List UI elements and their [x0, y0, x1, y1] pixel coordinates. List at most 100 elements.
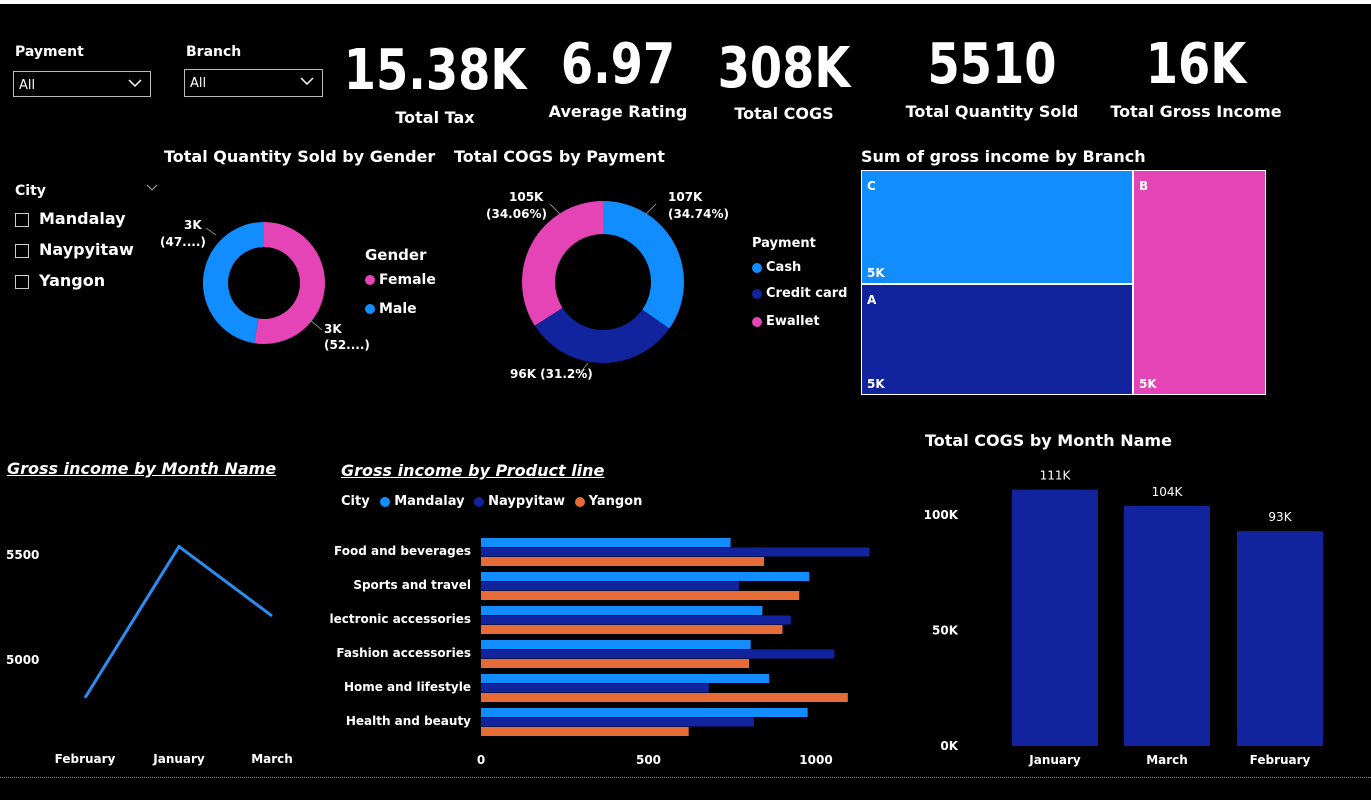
tile-category: C	[867, 179, 876, 193]
gross-income-line-chart[interactable]: 5500 5000 February January March	[0, 485, 320, 775]
x-tick-label: February	[55, 752, 116, 766]
checkbox[interactable]	[15, 212, 29, 227]
data-label-value: 107K	[668, 190, 703, 204]
kpi-label: Total COGS	[734, 104, 834, 123]
category-label: Fashion accessories	[336, 646, 471, 660]
bar-mandalay	[481, 572, 810, 581]
bar-mandalay	[481, 674, 770, 683]
bar-mandalay	[481, 606, 763, 615]
gender-legend-title: Gender	[365, 246, 427, 264]
bar-naypyitaw	[481, 649, 835, 659]
legend-dot	[752, 288, 762, 299]
legend-item-female[interactable]: Female	[365, 272, 436, 288]
series-line	[83, 544, 273, 699]
bar-naypyitaw	[481, 547, 870, 557]
legend-item-cash[interactable]: Cash	[752, 260, 801, 275]
data-label-pct: (34.06%)	[486, 207, 547, 221]
kpi-value: 6.97	[560, 32, 676, 97]
pie-slice-female	[254, 222, 326, 344]
data-label-value: 105K	[509, 190, 544, 204]
category-label: Sports and travel	[353, 578, 471, 592]
category-label: Home and lifestyle	[344, 680, 471, 694]
cogs-month-chart-title: Total COGS by Month Name	[925, 431, 1172, 450]
bar-naypyitaw	[481, 717, 755, 727]
pie-slice-credit-card	[534, 307, 670, 363]
data-label: 93K	[1268, 510, 1292, 524]
legend-dot	[365, 275, 375, 285]
checkbox[interactable]	[15, 274, 29, 289]
payment-chart-title: Total COGS by Payment	[454, 147, 665, 166]
kpi-value: 15.38K	[343, 38, 527, 103]
legend-title: City	[341, 494, 370, 509]
legend-item-naypyitaw[interactable]: Naypyitaw	[474, 494, 565, 509]
tile-value: 5K	[1139, 377, 1157, 391]
data-label-value: 3K	[184, 218, 202, 232]
data-label: 104K	[1152, 485, 1184, 499]
branch-dropdown[interactable]: All	[184, 69, 323, 97]
treemap-tile-b[interactable]: B 5K	[1134, 171, 1265, 394]
pie-slice-male	[203, 222, 264, 344]
tile-value: 5K	[867, 266, 885, 280]
data-label-value: 3K	[324, 322, 342, 336]
legend-item-yangon[interactable]: Yangon	[574, 494, 643, 509]
legend-item-ewallet[interactable]: Ewallet	[752, 314, 820, 329]
legend-label: Yangon	[588, 494, 643, 509]
data-label-value: 96K (31.2%)	[510, 367, 593, 381]
bar-yangon	[481, 693, 848, 702]
product-line-legend: City Mandalay Naypyitaw Yangon	[341, 494, 642, 509]
y-tick-label: 100K	[924, 508, 959, 522]
product-line-bar-chart[interactable]: Food and beverages Sports and travel Elect…	[330, 530, 890, 775]
leader-line	[549, 203, 561, 215]
city-slicer-label: City	[15, 183, 46, 199]
kpi-value: 308K	[717, 36, 851, 101]
legend-dot	[574, 496, 585, 507]
product-line-chart-title: Gross income by Product line	[341, 461, 605, 480]
checkbox[interactable]	[15, 243, 29, 258]
bar-mandalay	[481, 640, 751, 649]
treemap-tile-c[interactable]: C 5K	[862, 171, 1132, 283]
city-item-yangon[interactable]: Yangon	[15, 271, 105, 290]
data-label-pct: (52....)	[324, 338, 370, 352]
treemap-tile-a[interactable]: A 5K	[862, 285, 1132, 394]
x-tick-label: 0	[477, 753, 485, 767]
legend-item-mandalay[interactable]: Mandalay	[380, 494, 465, 509]
payment-dropdown[interactable]: All	[13, 71, 151, 97]
bar-naypyitaw	[481, 683, 709, 693]
gender-chart-title: Total Quantity Sold by Gender	[164, 147, 436, 166]
x-tick-label: 1000	[799, 753, 832, 767]
legend-label: Mandalay	[394, 494, 465, 509]
payment-donut-chart[interactable]: 107K (34.74%) 96K (31.2%) 105K (34.06%)	[470, 180, 750, 390]
bar-mandalay	[481, 538, 731, 547]
kpi-value: 16K	[1145, 32, 1247, 97]
cogs-month-bar-chart[interactable]: 0K 50K 100K 111K January 104K March 93K February	[900, 460, 1350, 775]
x-tick-label: 500	[636, 753, 661, 767]
bar-yangon	[481, 591, 800, 600]
kpi-label: Total Gross Income	[1110, 102, 1282, 121]
category-label: Health and beauty	[346, 714, 471, 728]
treemap-title: Sum of gross income by Branch	[861, 147, 1146, 166]
legend-item-credit-card[interactable]: Credit card	[752, 286, 847, 301]
chevron-down-icon	[300, 77, 314, 86]
legend-label: Male	[379, 301, 417, 317]
chevron-down-icon	[128, 79, 142, 88]
bar-mandalay	[481, 708, 808, 717]
legend-label: Female	[379, 272, 436, 288]
tile-category: A	[867, 293, 877, 307]
legend-label: Ewallet	[766, 314, 820, 329]
legend-label: Naypyitaw	[488, 494, 566, 509]
bottom-divider	[0, 777, 1371, 778]
branch-filter-label: Branch	[186, 44, 242, 60]
line-chart-title: Gross income by Month Name	[7, 459, 277, 478]
payment-filter-label: Payment	[15, 44, 84, 60]
treemap[interactable]: C 5K A 5K B 5K	[861, 170, 1266, 395]
data-label-pct: (34.74%)	[668, 207, 729, 221]
city-item-mandalay[interactable]: Mandalay	[15, 209, 126, 228]
legend-item-male[interactable]: Male	[365, 301, 417, 317]
x-tick-label: January	[152, 752, 205, 766]
bar-naypyitaw	[481, 581, 739, 591]
bar-yangon	[481, 557, 765, 566]
leader-line	[645, 203, 657, 215]
city-item-naypyitaw[interactable]: Naypyitaw	[15, 240, 134, 259]
city-item-label: Naypyitaw	[39, 240, 134, 259]
city-item-label: Yangon	[39, 271, 106, 290]
